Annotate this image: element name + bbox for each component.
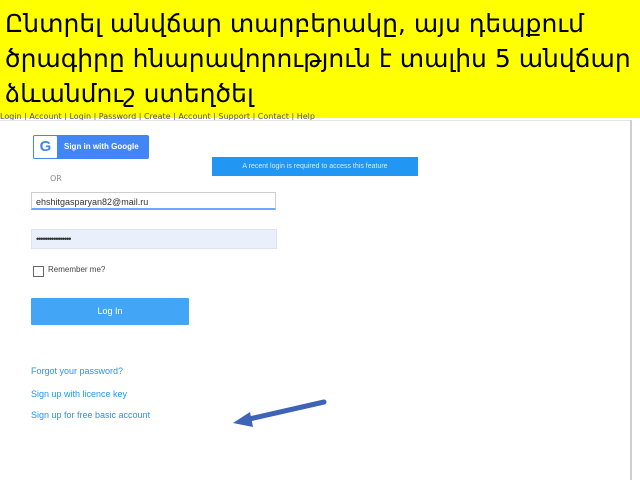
arrow-pointer-icon [233,399,327,427]
